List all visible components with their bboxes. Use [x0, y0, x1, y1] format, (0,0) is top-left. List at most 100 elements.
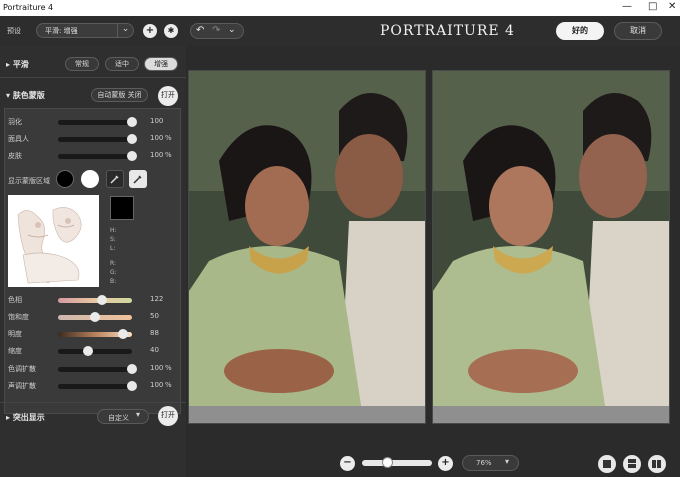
white-swatch[interactable] — [81, 170, 99, 188]
maximize-icon[interactable]: □ — [648, 1, 657, 12]
redo-icon[interactable]: ↷ — [212, 25, 220, 36]
sat-readout: S: — [110, 236, 116, 243]
skin-mask-open-button[interactable]: 打开 — [158, 86, 178, 106]
chevron-down-icon: ⌄ — [117, 24, 133, 37]
single-view-icon[interactable] — [598, 455, 616, 473]
mask-value-0: 100 — [150, 117, 164, 125]
adjust-value-4: 100 — [150, 364, 164, 372]
mask-value-2: 100 — [150, 151, 164, 159]
mask-unit-2: % — [165, 151, 172, 159]
mask-slider-2[interactable] — [58, 151, 137, 161]
minimize-icon[interactable]: — — [622, 1, 632, 12]
mask-slider-0[interactable] — [58, 117, 137, 127]
adjust-unit-5: % — [165, 381, 172, 389]
adjust-unit-4: % — [165, 364, 172, 372]
blue-readout: B: — [110, 278, 117, 285]
history-chevron-icon[interactable]: ⌄ — [228, 25, 236, 35]
mask-slider-knob-0[interactable] — [127, 117, 137, 127]
adjust-value-0: 122 — [150, 295, 164, 303]
adjust-label-2: 明度 — [8, 330, 22, 338]
window-titlebar: Portraiture 4 — □ ✕ — [0, 0, 680, 16]
zoom-out-icon[interactable]: − — [340, 456, 355, 471]
chevron-down-icon: ▾ — [136, 410, 141, 419]
add-preset-icon[interactable]: + — [143, 24, 157, 38]
divider — [0, 402, 186, 403]
light-readout: L: — [110, 245, 116, 252]
smoothing-option-strong[interactable]: 增强 — [144, 57, 178, 71]
mask-label-1: 面具人 — [8, 135, 29, 143]
adjust-value-3: 40 — [150, 346, 159, 354]
photo-original — [189, 71, 425, 423]
chevron-down-icon: ▾ — [505, 457, 510, 466]
highlight-preset-dropdown[interactable]: 自定义 ▾ — [97, 409, 149, 424]
top-toolbar: 预设 平滑: 增强 ⌄ + ✱ ↶ ↷ ⌄ PORTRAITURE 4 好的 取… — [0, 16, 680, 46]
adjust-label-0: 色相 — [8, 296, 22, 304]
adjust-slider-knob-4[interactable] — [127, 364, 137, 374]
preset-dropdown[interactable]: 平滑: 增强 ⌄ — [36, 23, 134, 38]
show-mask-label: 显示蒙版区域 — [8, 177, 50, 185]
preset-label: 预设 — [7, 27, 21, 35]
adjust-slider-4[interactable] — [58, 364, 137, 374]
red-readout: R: — [110, 260, 117, 267]
adjust-slider-knob-1[interactable] — [90, 312, 100, 322]
mask-unit-1: % — [165, 134, 172, 142]
mask-color-swatch — [110, 196, 134, 220]
adjust-slider-0[interactable] — [58, 295, 132, 305]
settings-icon[interactable]: ✱ — [164, 24, 178, 38]
zoom-in-icon[interactable]: + — [438, 456, 453, 471]
settings-panel: ▸ 平滑 常规 适中 增强 ▾ 肤色蒙版 自动蒙版 关闭 打开 羽化 100 面具人… — [0, 46, 186, 477]
green-readout: G: — [110, 269, 117, 276]
mask-slider-1[interactable] — [58, 134, 137, 144]
mask-slider-knob-1[interactable] — [127, 134, 137, 144]
cancel-button[interactable]: 取消 — [614, 22, 662, 40]
history-group: ↶ ↷ ⌄ — [190, 23, 244, 39]
adjust-slider-knob-3[interactable] — [82, 346, 93, 356]
smoothing-header[interactable]: ▸ 平滑 — [6, 59, 29, 70]
adjust-value-1: 50 — [150, 312, 159, 320]
mask-slider-knob-2[interactable] — [127, 151, 137, 161]
smoothing-option-normal[interactable]: 常规 — [65, 57, 99, 71]
undo-icon[interactable]: ↶ — [196, 25, 204, 36]
highlight-open-button[interactable]: 打开 — [158, 406, 178, 426]
highlight-preset-value: 自定义 — [108, 414, 129, 422]
split-horizontal-view-icon[interactable] — [623, 455, 641, 473]
adjust-slider-knob-5[interactable] — [127, 381, 137, 391]
zoom-value: 76% — [476, 459, 492, 467]
split-vertical-view-icon[interactable] — [648, 455, 666, 473]
window-title: Portraiture 4 — [3, 3, 54, 12]
adjust-label-3: 缩度 — [8, 347, 22, 355]
smoothing-option-medium[interactable]: 适中 — [105, 57, 139, 71]
highlight-title: 突出显示 — [12, 413, 45, 422]
skin-mask-title: 肤色蒙版 — [12, 91, 45, 100]
auto-mask-button[interactable]: 自动蒙版 关闭 — [91, 88, 148, 102]
adjust-slider-2[interactable] — [58, 329, 132, 339]
preset-value: 平滑: 增强 — [45, 27, 78, 35]
adjust-label-5: 声调扩散 — [8, 382, 36, 390]
color-readout: H: S: L: R: G: B: — [110, 226, 150, 286]
adjust-value-5: 100 — [150, 381, 164, 389]
mask-value-1: 100 — [150, 134, 164, 142]
adjust-slider-1[interactable] — [58, 312, 132, 322]
adjust-label-1: 饱和度 — [8, 313, 29, 321]
retouched-preview — [432, 70, 670, 424]
original-preview — [188, 70, 426, 424]
app-name: PORTRAITURE 4 — [380, 23, 515, 39]
bottom-toolbar: − + 76% ▾ — [186, 447, 680, 477]
adjust-label-4: 色调扩散 — [8, 365, 36, 373]
mask-label-0: 羽化 — [8, 118, 22, 126]
eyedropper-plus-icon[interactable] — [129, 170, 147, 188]
skin-mask-header[interactable]: ▾ 肤色蒙版 — [6, 90, 45, 101]
adjust-slider-3[interactable] — [58, 346, 132, 356]
divider — [0, 77, 186, 78]
zoom-dropdown[interactable]: 76% ▾ — [462, 455, 519, 471]
eyedropper-icon[interactable] — [106, 170, 124, 188]
black-swatch[interactable] — [56, 170, 74, 188]
close-icon[interactable]: ✕ — [668, 1, 676, 12]
ok-button[interactable]: 好的 — [556, 22, 604, 40]
highlight-header[interactable]: ▸ 突出显示 — [6, 412, 45, 423]
hue-readout: H: — [110, 227, 117, 234]
zoom-slider[interactable] — [362, 457, 432, 468]
smoothing-title: 平滑 — [12, 60, 29, 69]
adjust-slider-5[interactable] — [58, 381, 137, 391]
zoom-slider-knob[interactable] — [381, 457, 393, 468]
